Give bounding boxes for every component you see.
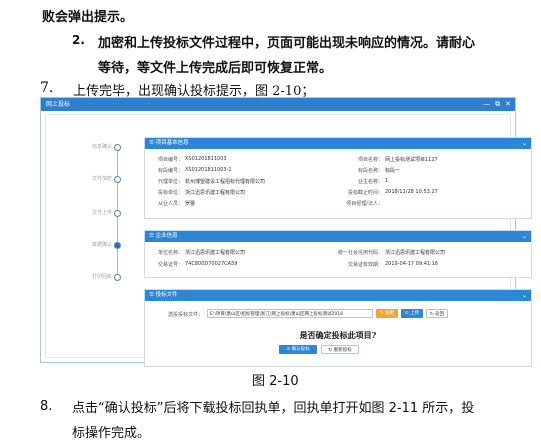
- bid-file-path-input[interactable]: E:\项目\萧山区\招标管理\浙江\网上投标\萧山区网上投标测试2018: [207, 309, 373, 318]
- field-label: 单位名称：: [157, 250, 183, 256]
- field-label: 项目名称：: [357, 157, 383, 163]
- back-button[interactable]: ↻ 返回: [426, 309, 448, 318]
- panel-title: ☰ 项目基本信息: [149, 140, 189, 146]
- figure-caption: 图 2-10: [252, 374, 299, 389]
- field-value: 1: [385, 178, 389, 184]
- field-label: 代理单位：: [157, 179, 183, 185]
- field-label: 项目经理/法人：: [346, 201, 383, 207]
- field-value: 浙江迅思讯建工程有限公司: [385, 250, 446, 256]
- window-title: 网上投标: [46, 101, 71, 108]
- step-label: 打印回执: [91, 274, 112, 280]
- panel-header: ☰ 项目基本信息 ⌄: [145, 138, 531, 149]
- step-dot: [114, 176, 121, 183]
- window-controls: — ⧉ ✕: [483, 98, 511, 111]
- doc-line-1: 败会弹出提示。: [42, 10, 134, 25]
- field-label: 统一社会信用代码：: [337, 250, 383, 256]
- file-label: 选投投标文件：: [167, 312, 203, 318]
- bid-window: 网上投标 — ⧉ ✕ 信息确认 文件加密 文件上传 数据确认 打印回执 ☰ 项目…: [40, 97, 532, 367]
- step-encrypt: 文件加密: [78, 175, 128, 185]
- close-icon[interactable]: ✕: [505, 98, 511, 111]
- item-8-number: 8.: [40, 399, 53, 414]
- maximize-icon[interactable]: ⧉: [495, 98, 500, 111]
- field-value: 浙江迅思讯建工程有限公司: [185, 250, 246, 256]
- field-value: 杭州博望建设工程招标代理有限公司: [185, 179, 266, 185]
- item-2-line-2: 等待，等文件上传完成后即可恢复正常。: [98, 61, 333, 76]
- step-dot: [114, 274, 121, 281]
- field-label: 交易证有效期：: [347, 262, 383, 268]
- confirm-question: 是否确定投标此项目?: [299, 330, 377, 340]
- field-value: XS01201811003: [185, 156, 227, 162]
- step-upload: 文件上传: [78, 209, 128, 219]
- field-label: 业主名称：: [357, 179, 383, 185]
- item-8-line-2: 标操作完成。: [72, 426, 151, 441]
- field-label: 投标单位：: [157, 190, 183, 196]
- step-dot: [114, 210, 121, 217]
- step-dot: [114, 144, 121, 151]
- chevron-down-icon[interactable]: ⌄: [522, 290, 527, 301]
- step-label: 文件加密: [91, 176, 112, 182]
- step-data-confirm: 数据确认: [78, 241, 128, 251]
- field-value: 74C800D70027CA59: [185, 261, 238, 267]
- step-print-receipt: 打印回执: [78, 273, 128, 283]
- item-2-line-1: 加密和上传投标文件过程中，页面可能出现未响应的情况。请耐心: [98, 36, 476, 51]
- field-label: 交易证号：: [157, 262, 183, 268]
- field-value: 2018/11/28 10:53:27: [385, 189, 438, 195]
- confirm-bid-button[interactable]: ⊙ 确认投标: [279, 345, 317, 354]
- step-indicator: 信息确认 文件加密 文件上传 数据确认 打印回执: [78, 137, 128, 317]
- field-value: 标段一: [385, 168, 401, 174]
- field-label: 标段名称：: [357, 168, 383, 174]
- panel-title: ☰ 企业信息: [149, 233, 178, 239]
- field-label: 项目编号：: [157, 157, 183, 163]
- field-label: 标段编号：: [157, 168, 183, 174]
- field-value: 罗蕾: [185, 201, 196, 207]
- step-label: 信息确认: [91, 144, 112, 150]
- encrypt-button[interactable]: ✎ 加密: [376, 309, 398, 318]
- item-8-line-1: 点击“确认投标”后将下载投标回执单，回执单打开如图 2-11 所示，投: [72, 401, 475, 416]
- step-label: 文件上传: [91, 210, 112, 216]
- rebid-button[interactable]: ↻ 重新投标: [321, 345, 359, 354]
- upload-button[interactable]: ⊙ 上传: [401, 309, 423, 318]
- field-value: 浙江迅思讯建工程有限公司: [185, 190, 246, 196]
- panel-header: ☰ 企业信息 ⌄: [145, 231, 531, 242]
- project-info-panel: ☰ 项目基本信息 ⌄ 项目编号： XS01201811003 标段编号： XS0…: [144, 137, 532, 219]
- step-dot-active: [114, 242, 121, 249]
- field-value: 网上投标测试项目1127: [385, 157, 438, 163]
- minimize-icon[interactable]: —: [483, 98, 490, 111]
- panel-title: ☰ 投标文件: [149, 292, 178, 298]
- window-title-bar: 网上投标 — ⧉ ✕: [41, 98, 515, 111]
- chevron-down-icon[interactable]: ⌄: [522, 138, 527, 149]
- item-7-number: 7.: [40, 80, 54, 96]
- step-label: 数据确认: [91, 242, 112, 248]
- item-2-number: 2.: [72, 33, 85, 47]
- panel-header: ☰ 投标文件 ⌄: [145, 290, 531, 301]
- field-label: 投标截止时间：: [347, 190, 383, 196]
- field-value: 2019-04-17 09:41:16: [385, 261, 439, 267]
- company-info-panel: ☰ 企业信息 ⌄ 单位名称： 浙江迅思讯建工程有限公司 交易证号： 74C800…: [144, 230, 532, 278]
- window-body: 信息确认 文件加密 文件上传 数据确认 打印回执 ☰ 项目基本信息 ⌄ 项目编号…: [45, 114, 532, 367]
- bid-file-panel: ☰ 投标文件 ⌄ 选投投标文件： E:\项目\萧山区\招标管理\浙江\网上投标\…: [144, 289, 532, 367]
- chevron-down-icon[interactable]: ⌄: [522, 231, 527, 242]
- field-value: XS01201811003-1: [185, 167, 232, 173]
- step-info-confirm: 信息确认: [78, 143, 128, 153]
- field-label: 从业人员：: [157, 201, 183, 207]
